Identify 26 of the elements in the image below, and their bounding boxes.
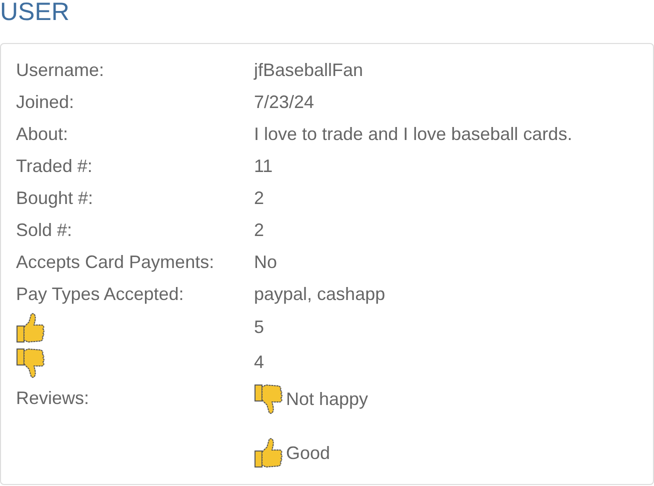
field-value: 2 [254, 219, 264, 242]
field-label: Username: [16, 59, 104, 82]
field-label: Traded #: [16, 155, 92, 178]
field-value: I love to trade and I love baseball cards. [254, 123, 572, 146]
field-value: No [254, 251, 278, 274]
field-value: 11 [254, 155, 273, 178]
field-value: 7/23/24 [254, 91, 314, 114]
field-label: Pay Types Accepted: [16, 283, 184, 306]
field-label: Reviews: [16, 387, 90, 410]
thumbs-down-icon [254, 383, 284, 415]
field-value: 2 [254, 187, 264, 210]
thumbs-up-icon [254, 437, 284, 469]
field-value: jfBaseballFan [254, 59, 364, 82]
field-label: Accepts Card Payments: [16, 251, 214, 274]
field-label: Joined: [16, 91, 74, 114]
field-label: Sold #: [16, 219, 72, 242]
field-value: paypal, cashapp [254, 283, 386, 306]
rating-count: 5 [254, 316, 264, 339]
field-label: Bought #: [16, 187, 94, 210]
rating-count: 4 [254, 351, 264, 374]
review-text: Not happy [286, 388, 368, 410]
section-title: USER [0, 0, 70, 24]
field-label: About: [16, 123, 68, 146]
thumbs-up-icon [16, 312, 46, 344]
review-text: Good [286, 442, 330, 464]
thumbs-down-icon [16, 346, 46, 378]
